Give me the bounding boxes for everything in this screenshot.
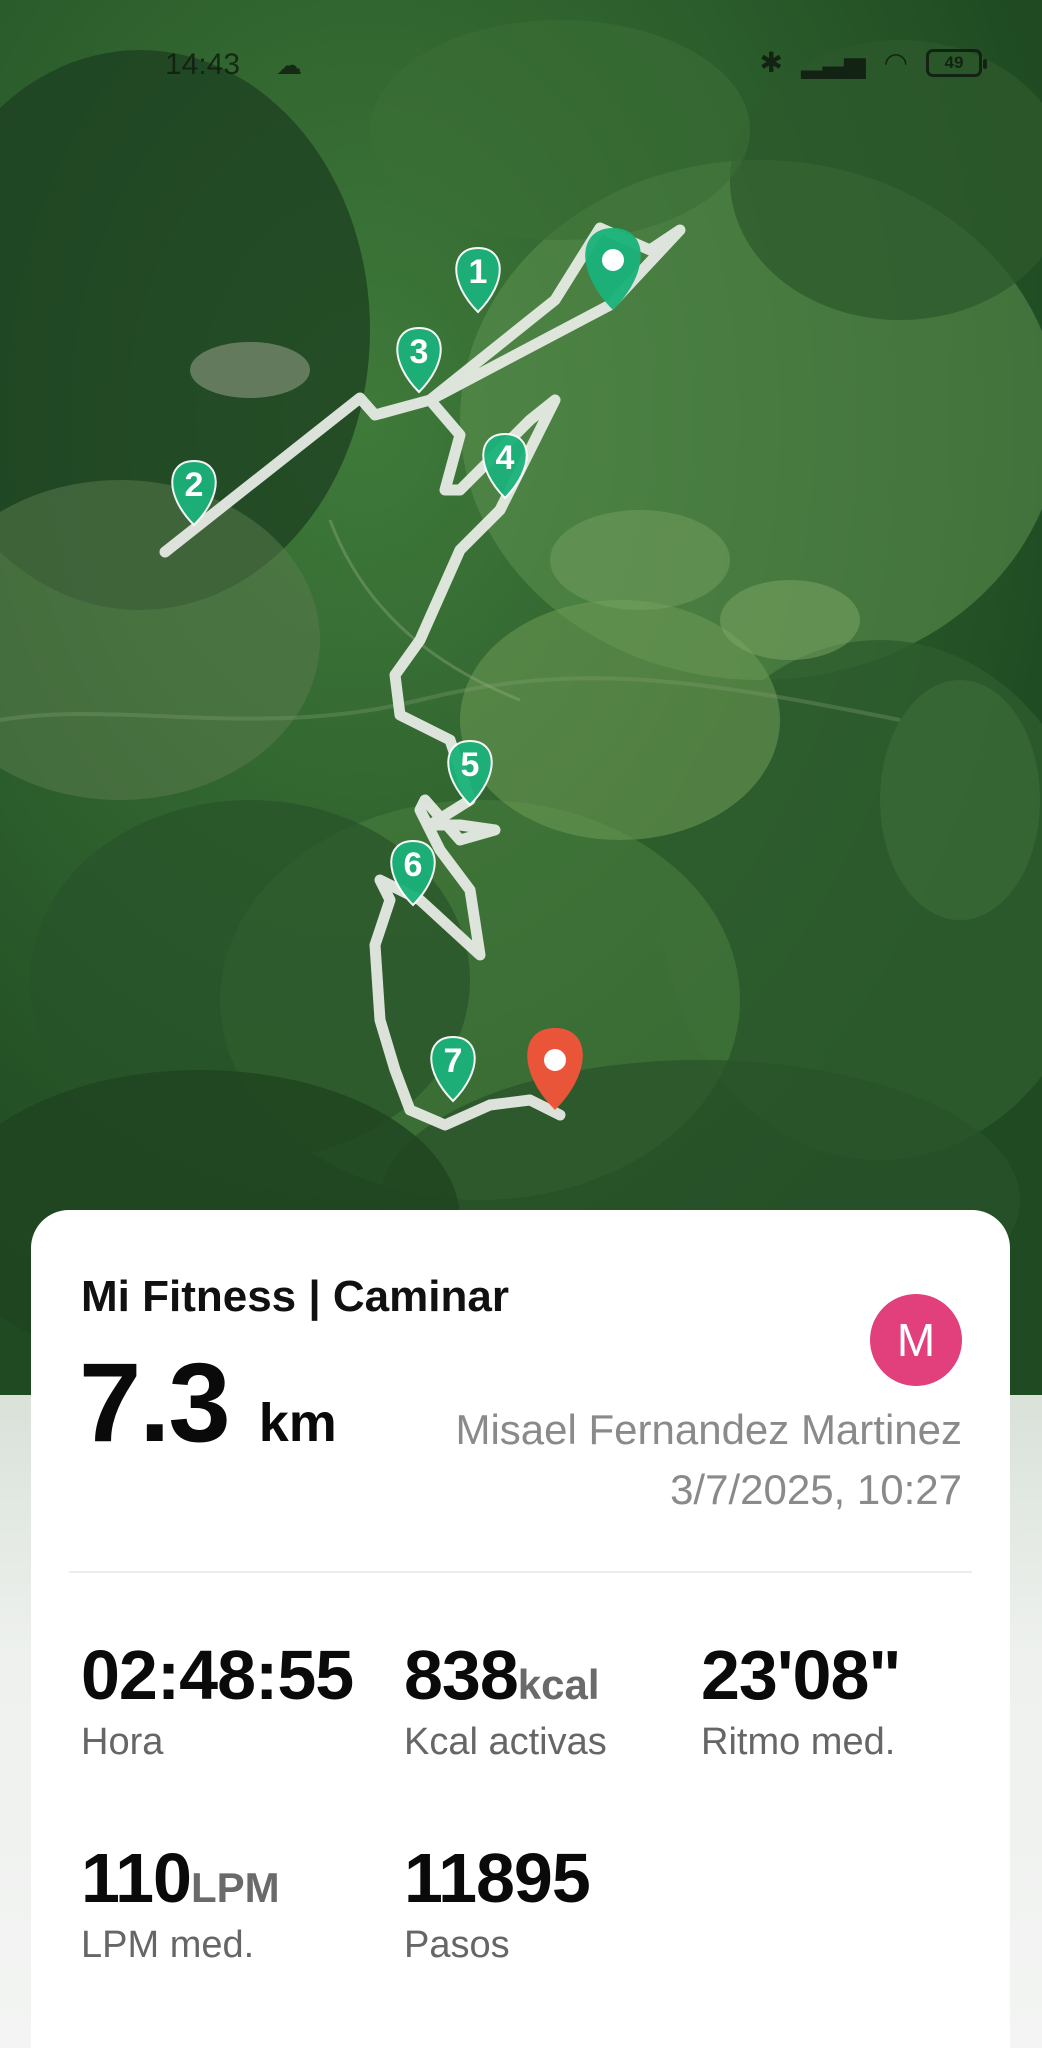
waypoint-label: 6 bbox=[404, 846, 423, 884]
distance: 7.3 km bbox=[79, 1338, 337, 1467]
cloud-icon: ☁ bbox=[276, 50, 302, 80]
activity-summary-card: Mi Fitness | Caminar 7.3 km M Misael Fer… bbox=[31, 1210, 1010, 2048]
waypoint-label: 4 bbox=[496, 439, 515, 477]
avatar[interactable]: M bbox=[870, 1294, 962, 1386]
waypoint-label: 7 bbox=[444, 1042, 463, 1080]
stat-kcal-value: 838 bbox=[404, 1636, 519, 1714]
stat-steps-label: Pasos bbox=[404, 1924, 510, 1966]
stat-kcal-unit: kcal bbox=[517, 1661, 600, 1708]
stat-time-label: Hora bbox=[81, 1721, 164, 1763]
stat-time: 02:48:55 Hora bbox=[81, 1635, 354, 1764]
user-name: Misael Fernandez Martinez bbox=[455, 1406, 962, 1453]
stat-kcal-label: Kcal activas bbox=[404, 1721, 607, 1763]
stat-bpm-unit: LPM bbox=[190, 1864, 280, 1911]
waypoint-label: 2 bbox=[185, 466, 204, 504]
divider bbox=[69, 1571, 972, 1573]
route-map[interactable]: 1 2 3 4 5 6 7 bbox=[0, 0, 1042, 1395]
bluetooth-icon: ✱ bbox=[759, 47, 783, 78]
satellite-map: 1 2 3 4 5 6 7 bbox=[0, 0, 1042, 1395]
status-icons: ✱ ▂▃▅ ◠ 49 bbox=[759, 46, 987, 79]
activity-datetime: 3/7/2025, 10:27 bbox=[670, 1466, 962, 1513]
app-title: Mi Fitness | Caminar bbox=[81, 1272, 509, 1321]
signal-icon: ▂▃▅ bbox=[800, 47, 866, 78]
stat-pace-label: Ritmo med. bbox=[701, 1721, 896, 1763]
stat-kcal: 838kcal Kcal activas bbox=[404, 1635, 607, 1764]
waypoint-label: 3 bbox=[410, 333, 429, 371]
stat-steps: 11895 Pasos bbox=[404, 1838, 591, 1967]
stat-steps-value: 11895 bbox=[404, 1839, 591, 1917]
status-bar: 14:43 ☁ ✱ ▂▃▅ ◠ 49 bbox=[0, 40, 1042, 90]
battery-icon: 49 bbox=[926, 48, 987, 77]
status-time: 14:43 bbox=[165, 48, 241, 81]
stat-time-value: 02:48:55 bbox=[81, 1636, 354, 1714]
waypoint-label: 1 bbox=[469, 253, 488, 291]
waypoint-label: 5 bbox=[461, 746, 480, 784]
stat-bpm-label: LPM med. bbox=[81, 1924, 255, 1966]
stat-pace-value: 23'08" bbox=[701, 1636, 902, 1714]
stat-bpm: 110LPM LPM med. bbox=[81, 1838, 280, 1967]
distance-unit: km bbox=[258, 1393, 337, 1453]
distance-value: 7.3 bbox=[79, 1340, 231, 1465]
avatar-letter: M bbox=[896, 1314, 936, 1366]
stat-bpm-value: 110 bbox=[81, 1839, 192, 1917]
stat-pace: 23'08" Ritmo med. bbox=[701, 1635, 902, 1764]
battery-level: 49 bbox=[944, 52, 964, 72]
wifi-icon: ◠ bbox=[883, 47, 908, 78]
